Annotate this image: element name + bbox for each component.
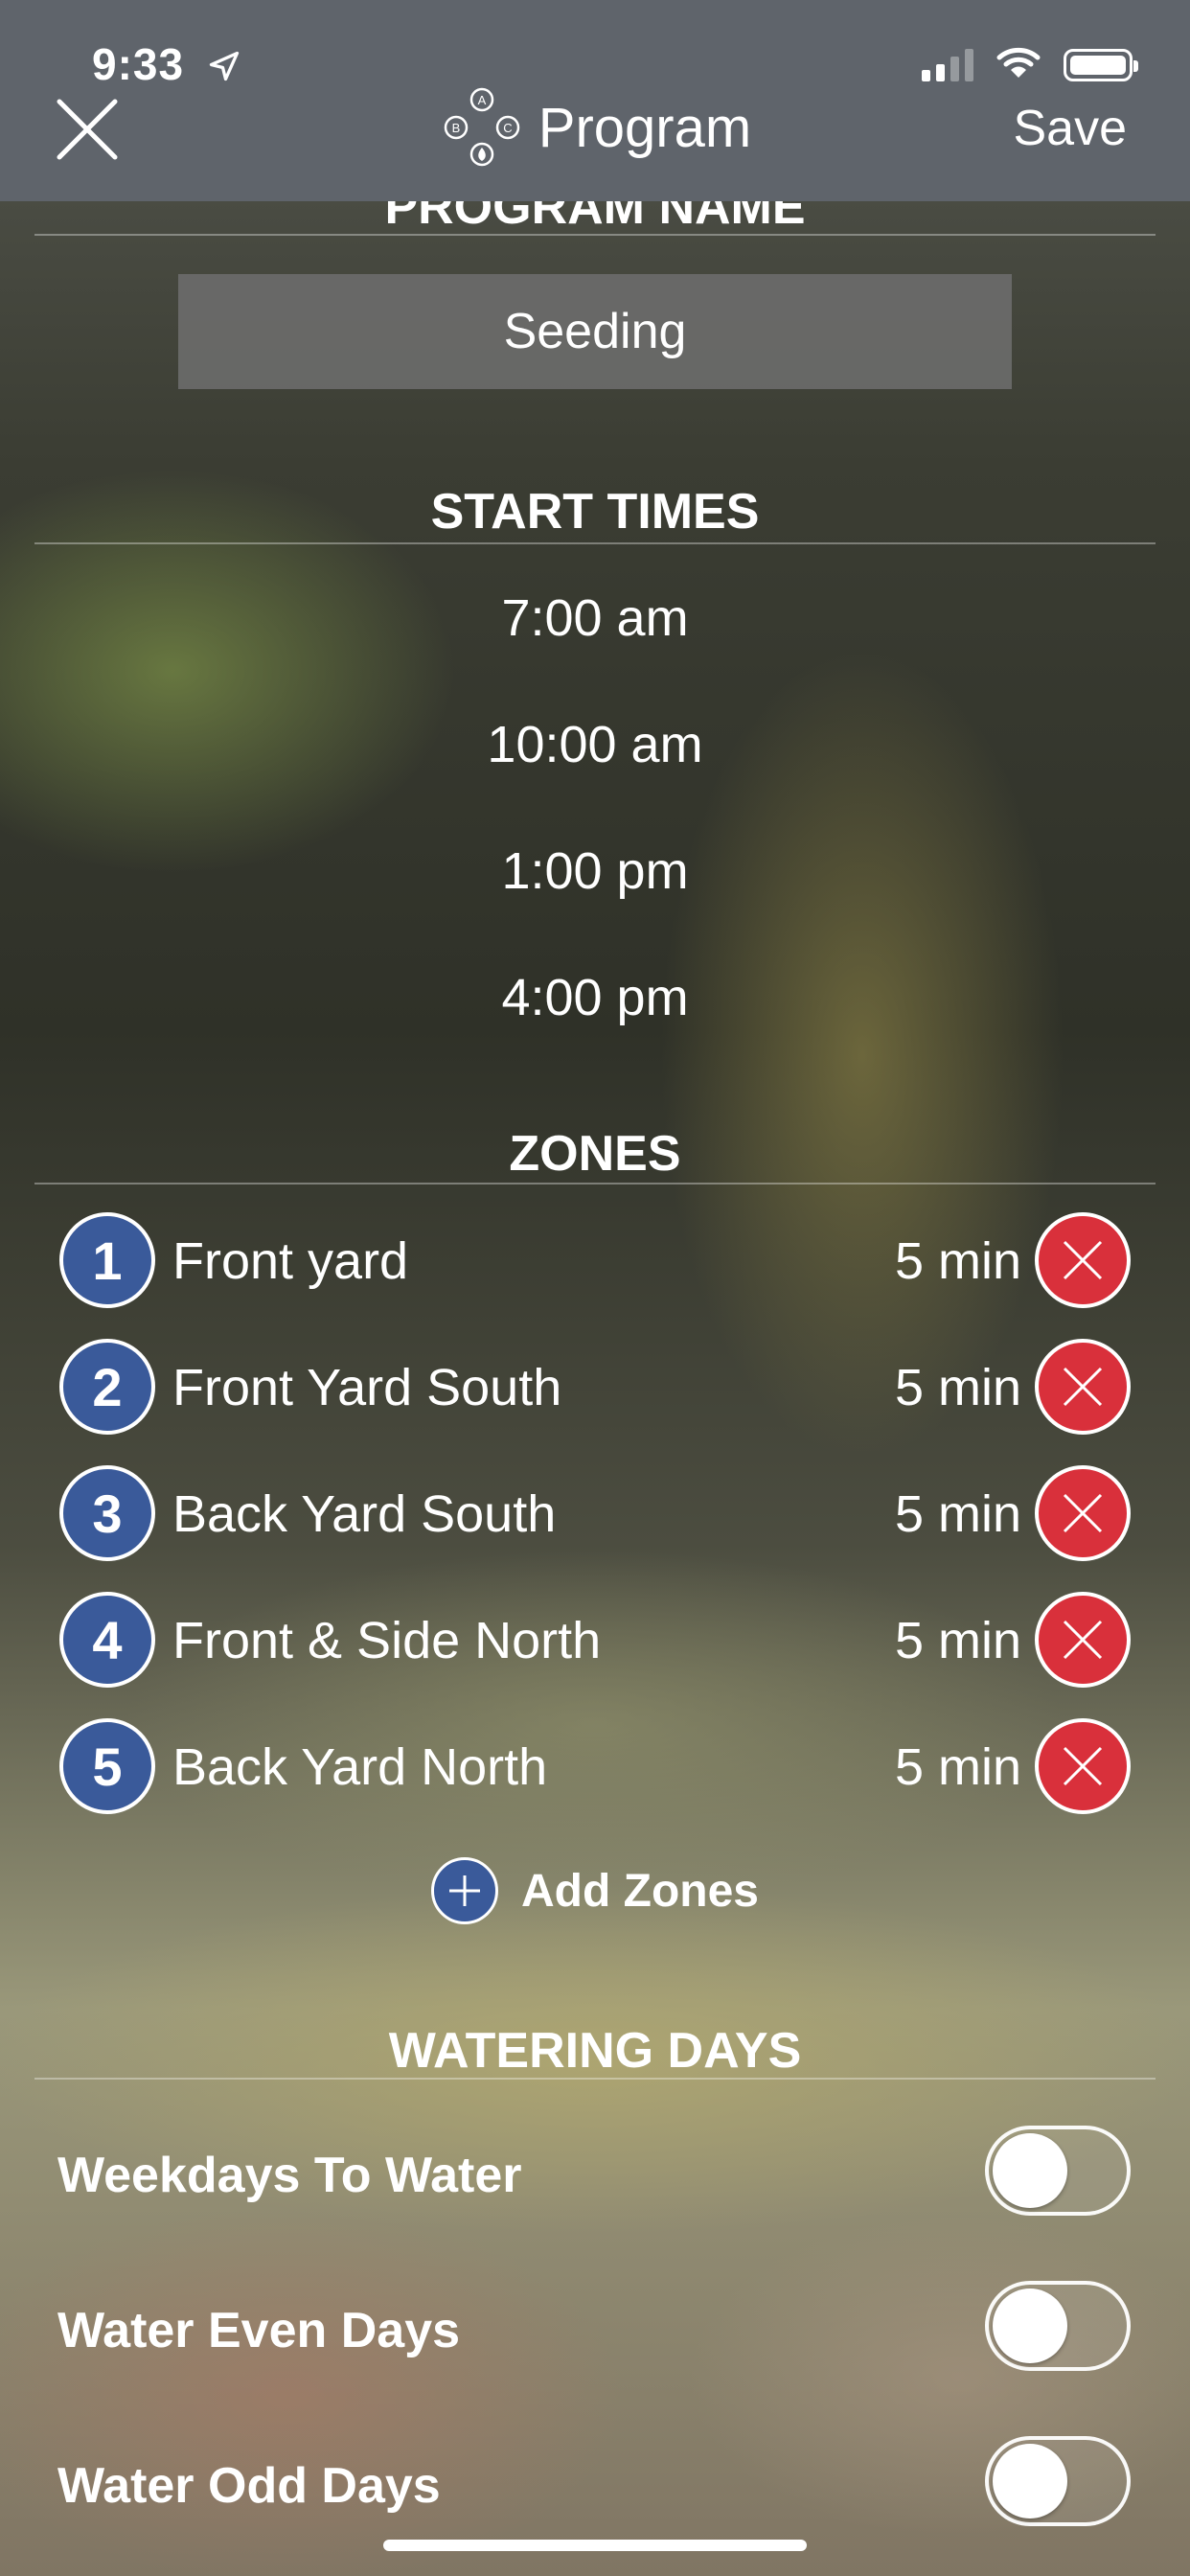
remove-zone-button[interactable] [1035, 1592, 1131, 1688]
zone-name: Front & Side North [172, 1612, 602, 1669]
status-time-text: 9:33 [92, 39, 185, 89]
section-title-start-times: START TIMES [430, 484, 760, 540]
remove-icon [1063, 1746, 1103, 1786]
page-title: Program [538, 96, 752, 159]
program-form: PROGRAM NAME Seeding START TIMES 7:00 am… [0, 0, 1190, 2576]
divider [34, 234, 1156, 236]
divider [34, 542, 1156, 544]
zone-number-badge: 4 [59, 1592, 155, 1688]
add-zones-button[interactable]: Add Zones [0, 1857, 1190, 1924]
svg-text:A: A [477, 93, 486, 107]
zone-name: Back Yard South [172, 1485, 557, 1543]
cellular-signal-icon [922, 49, 973, 81]
home-indicator [383, 2540, 807, 2551]
divider [34, 2078, 1156, 2080]
remove-zone-button[interactable] [1035, 1212, 1131, 1308]
program-logo-icon: A B C [444, 87, 520, 167]
remove-icon [1063, 1620, 1103, 1660]
remove-icon [1063, 1367, 1103, 1407]
remove-icon [1063, 1240, 1103, 1280]
zone-duration[interactable]: 5 min [895, 1231, 1021, 1291]
weekdays-toggle[interactable] [985, 2126, 1131, 2216]
zone-number-badge: 3 [59, 1465, 155, 1561]
remove-zone-button[interactable] [1035, 1718, 1131, 1814]
zone-number-badge: 1 [59, 1212, 155, 1308]
zone-row[interactable]: 5 Back Yard North 5 min [0, 1718, 1190, 1826]
save-button[interactable]: Save [1013, 100, 1127, 157]
watering-option-row: Weekdays To Water [0, 2126, 1190, 2221]
remove-zone-button[interactable] [1035, 1339, 1131, 1435]
toggle-knob [993, 2133, 1067, 2208]
divider [34, 1183, 1156, 1184]
start-time-item[interactable]: 4:00 pm [0, 968, 1190, 1027]
zone-name: Back Yard North [172, 1738, 548, 1796]
svg-text:B: B [451, 121, 460, 135]
toggle-knob [993, 2444, 1067, 2518]
even-days-toggle[interactable] [985, 2281, 1131, 2371]
zone-name: Front Yard South [172, 1359, 562, 1416]
remove-icon [1063, 1493, 1103, 1533]
remove-zone-button[interactable] [1035, 1465, 1131, 1561]
section-title-zones: ZONES [509, 1126, 681, 1182]
status-indicators [922, 46, 1138, 85]
watering-option-row: Water Odd Days [0, 2436, 1190, 2532]
zone-row[interactable]: 3 Back Yard South 5 min [0, 1465, 1190, 1573]
zone-name: Front yard [172, 1232, 409, 1290]
zone-number-badge: 2 [59, 1339, 155, 1435]
section-title-watering-days: WATERING DAYS [388, 2023, 802, 2079]
zone-duration[interactable]: 5 min [895, 1611, 1021, 1670]
navigation-header: 9:33 A B C Program Save [0, 0, 1190, 201]
zone-number-badge: 5 [59, 1718, 155, 1814]
watering-option-label: Water Even Days [57, 2303, 461, 2358]
toggle-knob [993, 2288, 1067, 2363]
svg-text:C: C [503, 121, 512, 135]
add-icon [431, 1857, 498, 1924]
zone-duration[interactable]: 5 min [895, 1358, 1021, 1417]
start-time-item[interactable]: 7:00 am [0, 588, 1190, 648]
header-title-group: A B C Program [0, 84, 1190, 171]
odd-days-toggle[interactable] [985, 2436, 1131, 2526]
add-zones-label: Add Zones [521, 1865, 759, 1917]
wifi-icon [996, 46, 1041, 85]
program-name-input[interactable]: Seeding [178, 274, 1012, 389]
zone-row[interactable]: 2 Front Yard South 5 min [0, 1339, 1190, 1446]
zone-duration[interactable]: 5 min [895, 1737, 1021, 1797]
watering-option-row: Water Even Days [0, 2281, 1190, 2377]
battery-icon [1064, 49, 1138, 81]
zone-row[interactable]: 1 Front yard 5 min [0, 1212, 1190, 1320]
start-time-item[interactable]: 10:00 am [0, 715, 1190, 774]
start-time-item[interactable]: 1:00 pm [0, 841, 1190, 901]
zone-row[interactable]: 4 Front & Side North 5 min [0, 1592, 1190, 1699]
zone-duration[interactable]: 5 min [895, 1484, 1021, 1544]
watering-option-label: Weekdays To Water [57, 2148, 522, 2203]
watering-option-label: Water Odd Days [57, 2458, 441, 2514]
